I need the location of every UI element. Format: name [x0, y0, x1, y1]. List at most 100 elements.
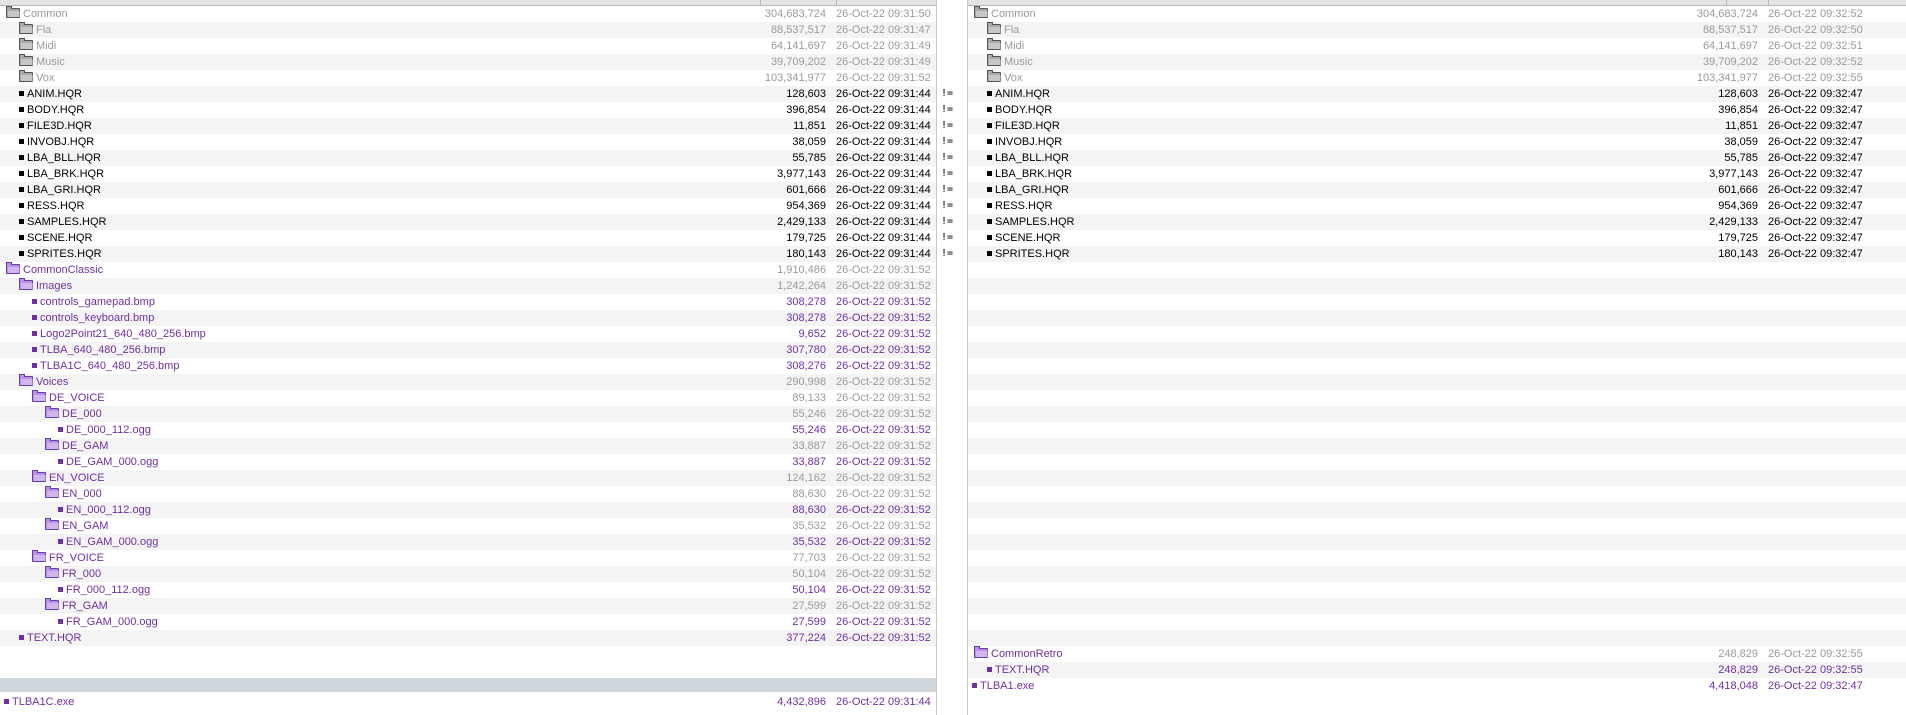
file-row[interactable]: ANIM.HQR 128,603 26-Oct-22 09:32:47 [968, 86, 1906, 102]
file-row[interactable]: EN_GAM_000.ogg 35,532 26-Oct-22 09:31:52 [0, 534, 936, 550]
folder-row[interactable]: DE_000 55,246 26-Oct-22 09:31:52 [0, 406, 936, 422]
left-folder-pane[interactable]: Common 304,683,724 26-Oct-22 09:31:50 Fla 88… [0, 0, 936, 715]
item-name: EN_000 [62, 488, 102, 500]
folder-row[interactable]: Music 39,709,202 26-Oct-22 09:31:49 [0, 54, 936, 70]
folder-row[interactable]: Vox 103,341,977 26-Oct-22 09:32:55 [968, 70, 1906, 86]
folder-row[interactable]: Common 304,683,724 26-Oct-22 09:31:50 [0, 6, 936, 22]
file-row[interactable]: DE_GAM_000.ogg 33,887 26-Oct-22 09:31:52 [0, 454, 936, 470]
folder-row[interactable]: Voices 290,998 26-Oct-22 09:31:52 [0, 374, 936, 390]
file-row[interactable]: FR_000_112.ogg 50,104 26-Oct-22 09:31:52 [0, 582, 936, 598]
left-footer-row[interactable]: TLBA1C.exe 4,432,896 26-Oct-22 09:31:44 [0, 694, 936, 710]
file-row[interactable]: SCENE.HQR 179,725 26-Oct-22 09:31:44 [0, 230, 936, 246]
file-row[interactable]: controls_keyboard.bmp 308,278 26-Oct-22 09… [0, 310, 936, 326]
file-icon [987, 91, 992, 96]
right-file-list[interactable]: Common 304,683,724 26-Oct-22 09:32:52 Fla 88… [968, 6, 1906, 646]
item-date: 26-Oct-22 09:31:52 [836, 408, 931, 420]
item-size: 124,162 [786, 472, 826, 484]
file-row[interactable]: TLBA_640_480_256.bmp 307,780 26-Oct-22 09:… [0, 342, 936, 358]
item-name-cell: Midi [987, 38, 1024, 54]
file-row[interactable]: INVOBJ.HQR 38,059 26-Oct-22 09:31:44 [0, 134, 936, 150]
item-size: 396,854 [786, 104, 826, 116]
file-row[interactable]: RESS.HQR 954,369 26-Oct-22 09:32:47 [968, 198, 1906, 214]
item-date: 26-Oct-22 09:32:47 [1768, 168, 1863, 180]
right-retro-list[interactable]: CommonRetro 248,829 26-Oct-22 09:32:55 TEXT… [968, 646, 1906, 678]
folder-row[interactable]: CommonRetro 248,829 26-Oct-22 09:32:55 [968, 646, 1906, 662]
file-row[interactable]: RESS.HQR 954,369 26-Oct-22 09:31:44 [0, 198, 936, 214]
file-row[interactable]: TLBA1C_640_480_256.bmp 308,276 26-Oct-22 0… [0, 358, 936, 374]
folder-icon [32, 390, 46, 402]
empty-row [968, 630, 1906, 646]
item-date: 26-Oct-22 09:31:52 [836, 344, 931, 356]
item-date: 26-Oct-22 09:31:52 [836, 568, 931, 580]
file-row[interactable]: LBA_BLL.HQR 55,785 26-Oct-22 09:32:47 [968, 150, 1906, 166]
item-name: LBA_BLL.HQR [27, 152, 101, 164]
right-folder-pane[interactable]: Common 304,683,724 26-Oct-22 09:32:52 Fla 88… [968, 0, 1906, 715]
file-row[interactable]: FILE3D.HQR 11,851 26-Oct-22 09:31:44 [0, 118, 936, 134]
file-row[interactable]: SPRITES.HQR 180,143 26-Oct-22 09:31:44 [0, 246, 936, 262]
folder-row[interactable]: CommonClassic 1,910,486 26-Oct-22 09:31:52 [0, 262, 936, 278]
item-name: BODY.HQR [995, 104, 1053, 116]
item-name-cell: BODY.HQR [19, 102, 84, 118]
item-date: 26-Oct-22 09:31:44 [836, 152, 931, 164]
item-date: 26-Oct-22 09:31:44 [836, 184, 931, 196]
item-size: 128,603 [1718, 88, 1758, 100]
folder-row[interactable]: FR_000 50,104 26-Oct-22 09:31:52 [0, 566, 936, 582]
file-row[interactable]: LBA_GRI.HQR 601,666 26-Oct-22 09:31:44 [0, 182, 936, 198]
item-name: Images [36, 280, 73, 292]
file-row[interactable]: BODY.HQR 396,854 26-Oct-22 09:31:44 [0, 102, 936, 118]
file-row[interactable]: INVOBJ.HQR 38,059 26-Oct-22 09:32:47 [968, 134, 1906, 150]
left-file-list[interactable]: Common 304,683,724 26-Oct-22 09:31:50 Fla 88… [0, 6, 936, 646]
file-icon [19, 123, 24, 128]
item-name: FILE3D.HQR [27, 120, 92, 132]
item-date: 26-Oct-22 09:32:52 [1768, 56, 1863, 68]
file-row[interactable]: SAMPLES.HQR 2,429,133 26-Oct-22 09:32:47 [968, 214, 1906, 230]
folder-row[interactable]: FR_VOICE 77,703 26-Oct-22 09:31:52 [0, 550, 936, 566]
file-row[interactable]: LBA_BRK.HQR 3,977,143 26-Oct-22 09:32:47 [968, 166, 1906, 182]
item-name-cell: Fla [987, 22, 1019, 38]
item-size: 304,683,724 [1696, 8, 1758, 20]
folder-icon [987, 70, 1001, 82]
item-size: 77,703 [792, 552, 826, 564]
folder-row[interactable]: Images 1,242,264 26-Oct-22 09:31:52 [0, 278, 936, 294]
item-name-cell: FILE3D.HQR [987, 118, 1060, 134]
file-row[interactable]: TEXT.HQR 377,224 26-Oct-22 09:31:52 [0, 630, 936, 646]
file-row[interactable]: DE_000_112.ogg 55,246 26-Oct-22 09:31:52 [0, 422, 936, 438]
item-date: 26-Oct-22 09:32:47 [1768, 216, 1863, 228]
file-row[interactable]: EN_000_112.ogg 88,630 26-Oct-22 09:31:52 [0, 502, 936, 518]
file-row[interactable]: LBA_GRI.HQR 601,666 26-Oct-22 09:32:47 [968, 182, 1906, 198]
file-row[interactable]: FR_GAM_000.ogg 27,599 26-Oct-22 09:31:52 [0, 614, 936, 630]
file-row[interactable]: BODY.HQR 396,854 26-Oct-22 09:32:47 [968, 102, 1906, 118]
folder-row[interactable]: EN_000 88,630 26-Oct-22 09:31:52 [0, 486, 936, 502]
item-name: EN_000_112.ogg [66, 504, 151, 516]
file-row[interactable]: FILE3D.HQR 11,851 26-Oct-22 09:32:47 [968, 118, 1906, 134]
item-name: LBA_BRK.HQR [27, 168, 105, 180]
file-row[interactable]: TEXT.HQR 248,829 26-Oct-22 09:32:55 [968, 662, 1906, 678]
item-size: 38,059 [1724, 136, 1758, 148]
item-size: 128,603 [786, 88, 826, 100]
file-row[interactable]: Logo2Point21_640_480_256.bmp 9,652 26-Oct-… [0, 326, 936, 342]
folder-row[interactable]: Midi 64,141,697 26-Oct-22 09:32:51 [968, 38, 1906, 54]
folder-row[interactable]: Fla 88,537,517 26-Oct-22 09:31:47 [0, 22, 936, 38]
folder-row[interactable]: Midi 64,141,697 26-Oct-22 09:31:49 [0, 38, 936, 54]
file-row[interactable]: LBA_BLL.HQR 55,785 26-Oct-22 09:31:44 [0, 150, 936, 166]
right-footer-row[interactable]: TLBA1.exe 4,418,048 26-Oct-22 09:32:47 [968, 678, 1906, 694]
folder-row[interactable]: DE_VOICE 89,133 26-Oct-22 09:31:52 [0, 390, 936, 406]
folder-row[interactable]: FR_GAM 27,599 26-Oct-22 09:31:52 [0, 598, 936, 614]
folder-row[interactable]: Vox 103,341,977 26-Oct-22 09:31:52 [0, 70, 936, 86]
folder-row[interactable]: DE_GAM 33,887 26-Oct-22 09:31:52 [0, 438, 936, 454]
file-row[interactable]: controls_gamepad.bmp 308,278 26-Oct-22 09:… [0, 294, 936, 310]
item-date: 26-Oct-22 09:32:47 [1768, 200, 1863, 212]
file-row[interactable]: SAMPLES.HQR 2,429,133 26-Oct-22 09:31:44 [0, 214, 936, 230]
folder-row[interactable]: Fla 88,537,517 26-Oct-22 09:32:50 [968, 22, 1906, 38]
folder-row[interactable]: Music 39,709,202 26-Oct-22 09:32:52 [968, 54, 1906, 70]
folder-row[interactable]: EN_VOICE 124,162 26-Oct-22 09:31:52 [0, 470, 936, 486]
empty-row [968, 534, 1906, 550]
file-icon [19, 187, 24, 192]
file-row[interactable]: SCENE.HQR 179,725 26-Oct-22 09:32:47 [968, 230, 1906, 246]
folder-row[interactable]: EN_GAM 35,532 26-Oct-22 09:31:52 [0, 518, 936, 534]
item-name-cell: DE_GAM_000.ogg [58, 454, 158, 470]
folder-row[interactable]: Common 304,683,724 26-Oct-22 09:32:52 [968, 6, 1906, 22]
file-row[interactable]: LBA_BRK.HQR 3,977,143 26-Oct-22 09:31:44 [0, 166, 936, 182]
file-row[interactable]: ANIM.HQR 128,603 26-Oct-22 09:31:44 [0, 86, 936, 102]
file-row[interactable]: SPRITES.HQR 180,143 26-Oct-22 09:32:47 [968, 246, 1906, 262]
